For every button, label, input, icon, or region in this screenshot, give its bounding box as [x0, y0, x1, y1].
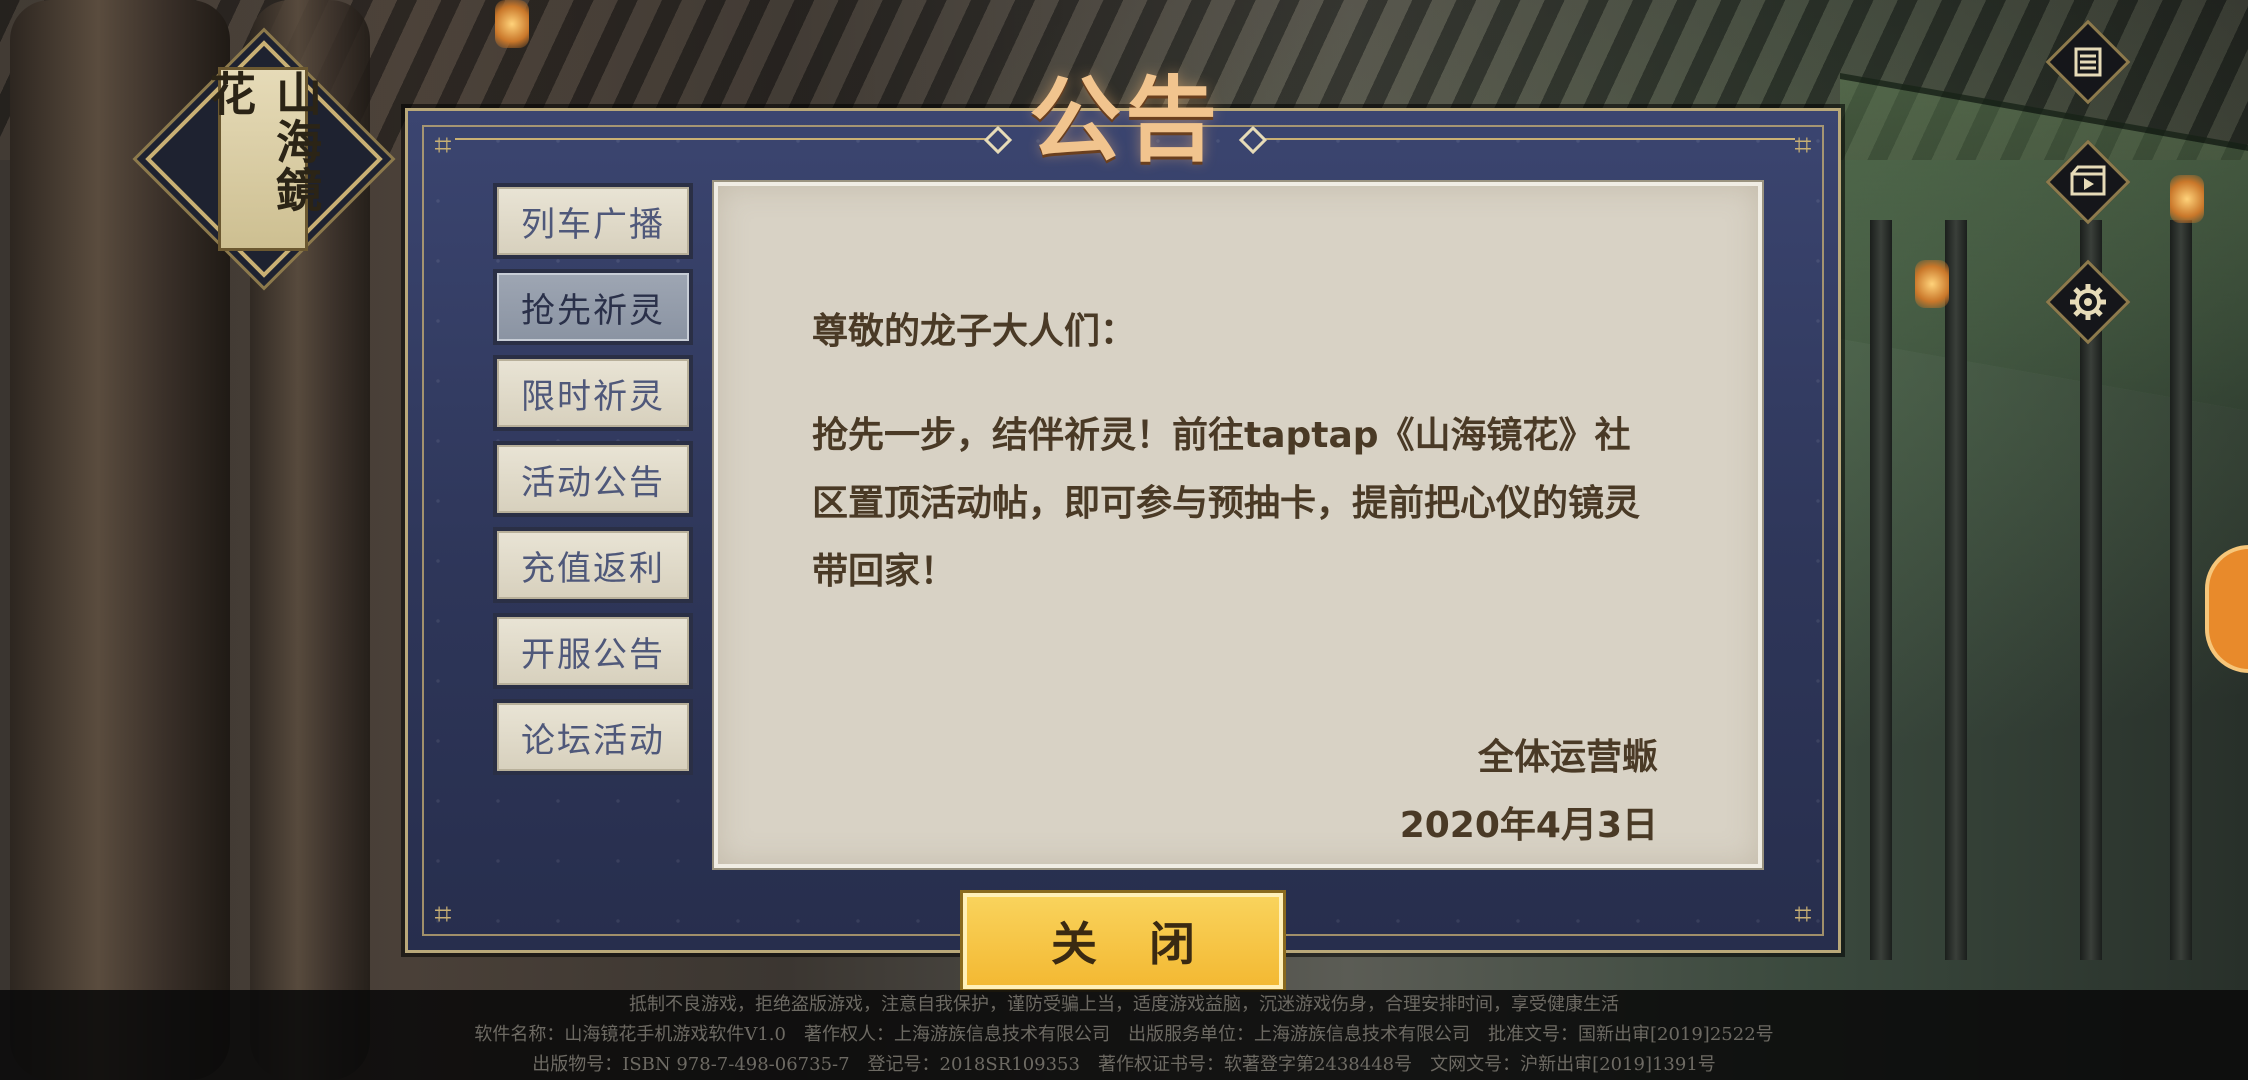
corner-ornament: ⌗: [1794, 897, 1812, 932]
tab-limited-summon[interactable]: 限时祈灵: [493, 355, 693, 431]
video-icon: [2052, 146, 2124, 218]
notice-list-icon: [2052, 26, 2124, 98]
tab-event-notice[interactable]: 活动公告: [493, 441, 693, 517]
settings-button[interactable]: [2045, 259, 2131, 345]
game-logo: 山海鏡花: [145, 40, 383, 278]
close-button[interactable]: 关 闭: [963, 893, 1283, 989]
announcement-text: 抢先一步，结伴祈灵！前往taptap《山海镜花》社区置顶活动帖，即可参与预抽卡，…: [812, 415, 1641, 592]
health-notice: 抵制不良游戏，拒绝盗版游戏，注意自我保护，谨防受骗上当，适度游戏益脑，沉迷游戏伤…: [629, 994, 1619, 1015]
dialog-title-wrap: 公告: [1015, 60, 1235, 180]
lantern: [495, 0, 529, 48]
title-line-right: [1245, 138, 1795, 140]
video-button[interactable]: [2045, 139, 2131, 225]
tab-train-broadcast[interactable]: 列车广播: [493, 183, 693, 259]
logo-text: 山海鏡花: [203, 70, 323, 214]
announcement-signature-block: 全体运营蝂 2020年4月3日: [1400, 724, 1658, 860]
announcement-date: 2020年4月3日: [1399, 805, 1658, 846]
lantern: [1915, 260, 1949, 308]
notice-list-button[interactable]: [2045, 19, 2131, 105]
corner-ornament: ⌗: [1794, 128, 1812, 163]
publication-info: 出版物号：ISBN 978-7-498-06735-7 登记号：2018SR10…: [532, 1054, 1716, 1075]
corner-ornament: ⌗: [434, 897, 452, 932]
corner-ornament: ⌗: [434, 128, 452, 163]
announcement-content-panel: 尊敬的龙子大人们： 抢先一步，结伴祈灵！前往taptap《山海镜花》社区置顶活动…: [714, 182, 1762, 868]
dialog-title: 公告: [1028, 66, 1221, 174]
title-line-left: [455, 138, 1005, 140]
tab-early-summon[interactable]: 抢先祈灵: [493, 269, 693, 345]
announcement-greeting: 尊敬的龙子大人们：: [812, 311, 1137, 352]
settings-gear-icon: [2052, 266, 2124, 338]
platform-post: [2170, 220, 2192, 960]
platform-post: [1870, 220, 1892, 960]
announcement-body: 尊敬的龙子大人们： 抢先一步，结伴祈灵！前往taptap《山海镜花》社区置顶活动…: [812, 302, 1658, 606]
tab-server-open-notice[interactable]: 开服公告: [493, 613, 693, 689]
tab-recharge-rebate[interactable]: 充值返利: [493, 527, 693, 603]
announcement-signature: 全体运营蝂: [1477, 737, 1658, 778]
close-button-label: 关 闭: [1050, 917, 1213, 971]
logo-plate: 山海鏡花: [203, 67, 323, 251]
tab-forum-event[interactable]: 论坛活动: [493, 699, 693, 775]
legal-footer: 抵制不良游戏，拒绝盗版游戏，注意自我保护，谨防受骗上当，适度游戏益脑，沉迷游戏伤…: [0, 990, 2248, 1080]
copyright-info: 软件名称：山海镜花手机游戏软件V1.0 著作权人：上海游族信息技术有限公司 出版…: [474, 1024, 1774, 1045]
lantern: [2170, 175, 2204, 223]
platform-post: [1945, 220, 1967, 960]
